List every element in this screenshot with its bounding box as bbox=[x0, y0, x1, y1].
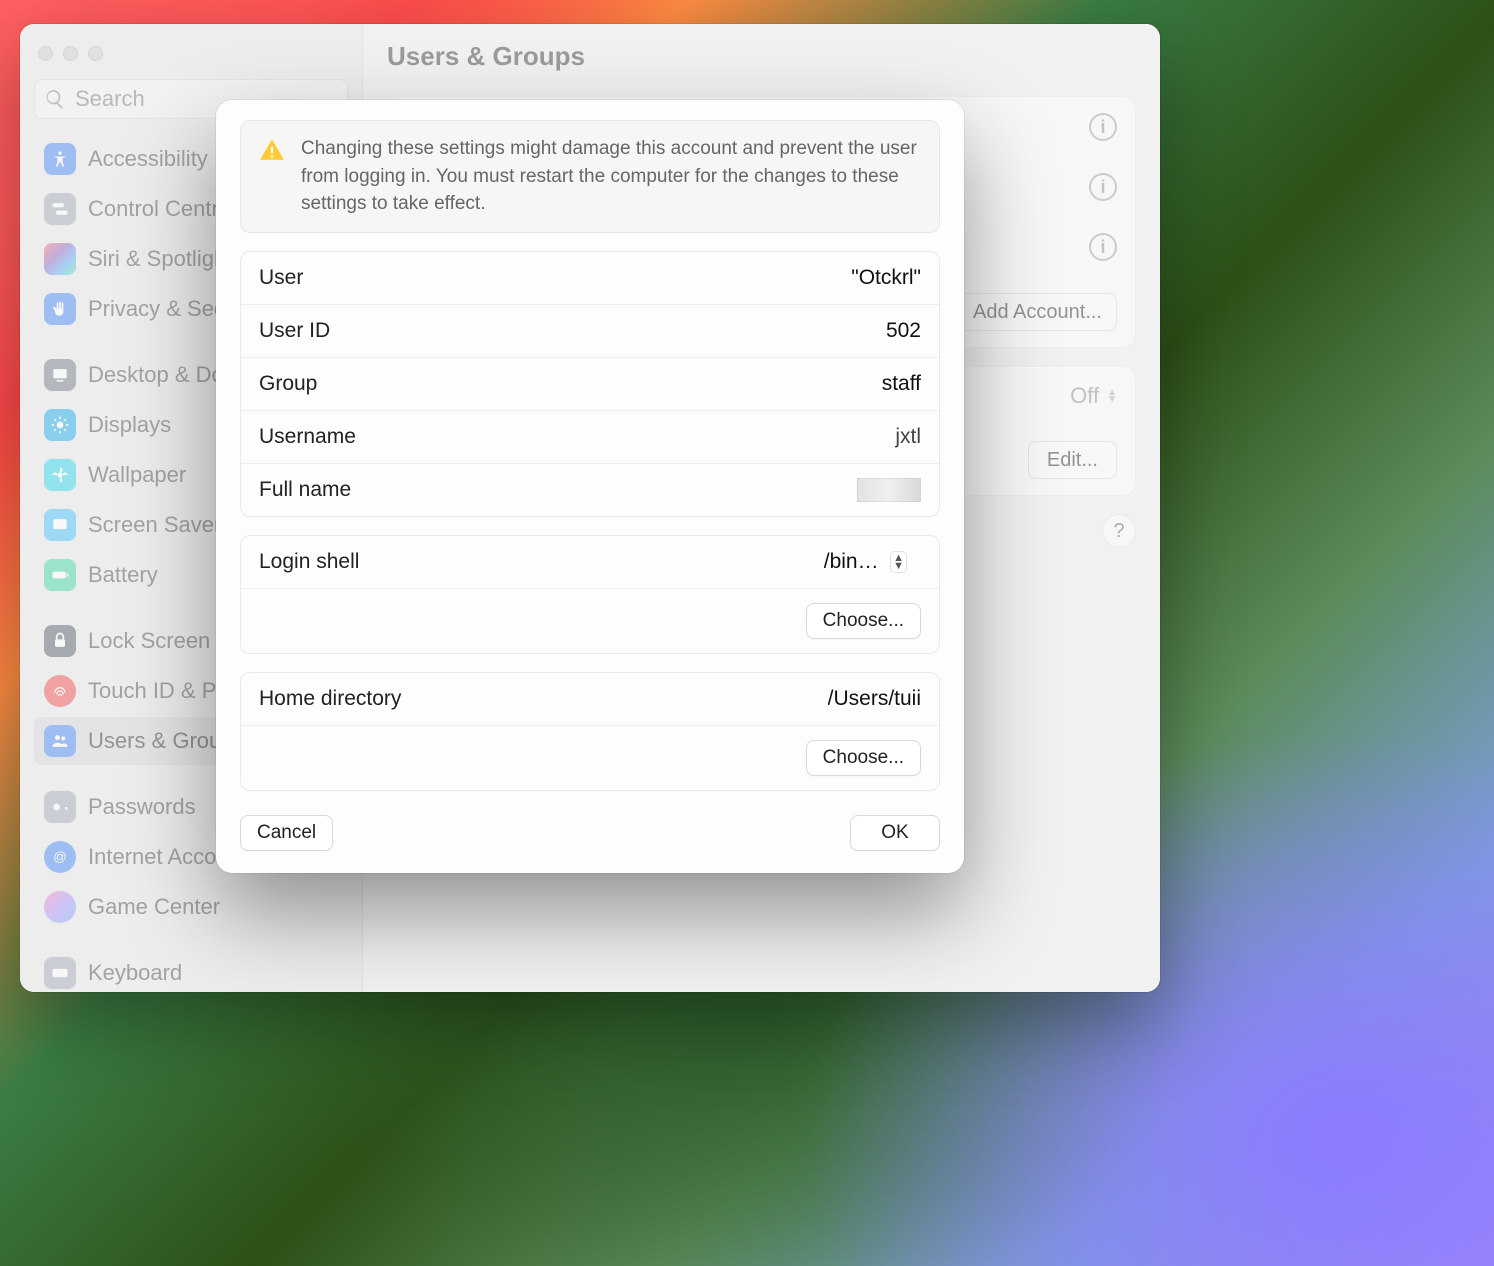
group-value: staff bbox=[882, 372, 921, 396]
home-directory-label: Home directory bbox=[259, 687, 401, 711]
advanced-options-modal: Changing these settings might damage thi… bbox=[216, 100, 964, 873]
warning-icon bbox=[259, 137, 285, 163]
home-dir-group: Home directory /Users/tuii Choose... bbox=[240, 672, 940, 791]
user-info-group: User "Otckrl" User ID 502 Group staff Us… bbox=[240, 251, 940, 517]
login-shell-label: Login shell bbox=[259, 550, 359, 574]
row-full-name[interactable]: Full name bbox=[241, 464, 939, 516]
username-label: Username bbox=[259, 425, 356, 449]
row-username[interactable]: Username jxtl bbox=[241, 411, 939, 464]
cancel-button[interactable]: Cancel bbox=[240, 815, 333, 851]
user-label: User bbox=[259, 266, 303, 290]
choose-home-button[interactable]: Choose... bbox=[806, 740, 921, 776]
user-value: "Otckrl" bbox=[851, 266, 921, 290]
warning-text: Changing these settings might damage thi… bbox=[301, 135, 921, 218]
choose-shell-button[interactable]: Choose... bbox=[806, 603, 921, 639]
login-shell-group: Login shell /bin/zsh ▲▼ Choose... bbox=[240, 535, 940, 654]
row-user: User "Otckrl" bbox=[241, 252, 939, 305]
warning-banner: Changing these settings might damage thi… bbox=[240, 120, 940, 233]
login-shell-select[interactable]: /bin/zsh ▲▼ bbox=[824, 550, 921, 574]
user-id-label: User ID bbox=[259, 319, 330, 343]
modal-actions: Cancel OK bbox=[240, 815, 940, 851]
row-user-id[interactable]: User ID 502 bbox=[241, 305, 939, 358]
home-directory-value: /Users/tuii bbox=[828, 687, 921, 711]
row-home-directory: Home directory /Users/tuii bbox=[241, 673, 939, 726]
full-name-value bbox=[857, 478, 921, 502]
row-choose-home: Choose... bbox=[241, 726, 939, 790]
user-id-value: 502 bbox=[886, 319, 921, 343]
username-value: jxtl bbox=[895, 425, 921, 449]
group-label: Group bbox=[259, 372, 317, 396]
chevron-up-down-icon: ▲▼ bbox=[890, 551, 907, 573]
row-group[interactable]: Group staff bbox=[241, 358, 939, 411]
row-login-shell: Login shell /bin/zsh ▲▼ bbox=[241, 536, 939, 589]
row-choose-shell: Choose... bbox=[241, 589, 939, 653]
full-name-label: Full name bbox=[259, 478, 351, 502]
login-shell-value: /bin/zsh bbox=[824, 550, 882, 574]
ok-button[interactable]: OK bbox=[850, 815, 940, 851]
